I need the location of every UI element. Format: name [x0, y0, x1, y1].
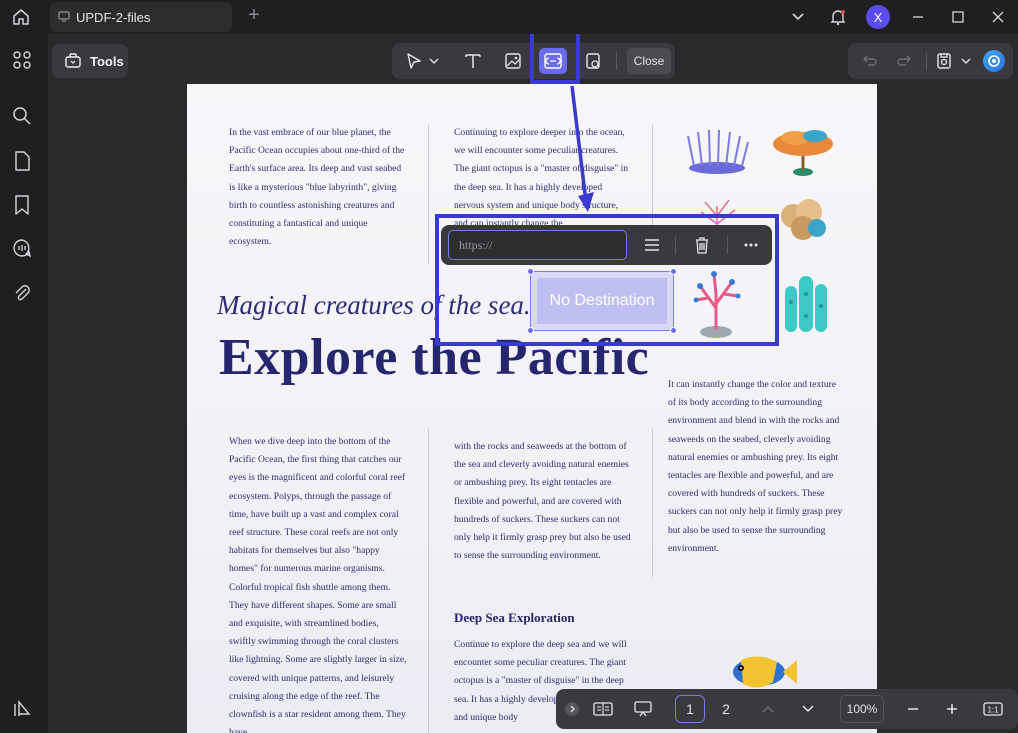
page-thumbnail-icon[interactable]: [10, 149, 34, 173]
document-tab[interactable]: UPDF-2-files: [50, 2, 232, 32]
grid-apps-icon[interactable]: [10, 48, 34, 72]
chevron-down-icon[interactable]: [778, 0, 818, 34]
highlight-box-link-popup: [435, 214, 779, 346]
collapse-bar-icon[interactable]: [564, 695, 580, 723]
document-tab-title: UPDF-2-files: [76, 9, 151, 25]
comment-icon[interactable]: [10, 236, 34, 260]
bell-icon[interactable]: [818, 0, 858, 34]
select-dropdown-chevron-icon[interactable]: [426, 48, 442, 74]
save-icon[interactable]: [930, 48, 958, 74]
next-page-icon[interactable]: [796, 695, 820, 723]
watermark-tool-icon[interactable]: [579, 48, 607, 74]
document-tab-icon: [58, 10, 70, 25]
new-tab-plus-icon[interactable]: +: [244, 5, 264, 26]
coral-illustration-purple: [682, 126, 752, 176]
highlight-box-link-tool: [530, 34, 580, 84]
bottom-navigation-bar: 1 2 100% 1:1: [556, 689, 1018, 729]
attachment-icon[interactable]: [10, 281, 34, 305]
pdf-page: In the vast embrace of our blue planet, …: [187, 84, 877, 733]
tools-button[interactable]: Tools: [52, 44, 128, 78]
close-window-icon[interactable]: [978, 0, 1018, 34]
left-sidebar: [0, 34, 44, 733]
svg-text:1:1: 1:1: [987, 706, 999, 715]
page-display-icon[interactable]: [590, 695, 616, 723]
right-toolbar: [848, 43, 1013, 79]
coral-illustration-orange: [769, 120, 837, 178]
actual-size-icon[interactable]: 1:1: [980, 695, 1006, 723]
ai-assistant-icon[interactable]: [980, 48, 1008, 74]
annotation-arrow: [566, 84, 596, 214]
avatar-letter: X: [866, 5, 890, 29]
undo-icon[interactable]: [856, 48, 884, 74]
image-tool-icon[interactable]: [499, 48, 527, 74]
page-2-button[interactable]: 2: [711, 695, 741, 723]
section-heading[interactable]: Deep Sea Exploration: [454, 610, 575, 626]
page-1-button[interactable]: 1: [675, 695, 705, 723]
bookmark-icon[interactable]: [10, 193, 34, 217]
paragraph-octopus-right[interactable]: It can instantly change the color and te…: [668, 376, 846, 558]
redo-icon[interactable]: [890, 48, 918, 74]
text-tool-icon[interactable]: [459, 48, 487, 74]
presentation-icon[interactable]: [630, 695, 656, 723]
user-avatar[interactable]: X: [858, 0, 898, 34]
paragraph-intro[interactable]: In the vast embrace of our blue planet, …: [229, 124, 407, 251]
fish-illustration: [727, 652, 799, 692]
maximize-icon[interactable]: [938, 0, 978, 34]
zoom-out-icon[interactable]: [901, 695, 925, 723]
title-bar: UPDF-2-files + X: [0, 0, 1018, 34]
document-workspace: Tools Close In the vast embrace of our b…: [48, 34, 1018, 733]
select-cursor-icon[interactable]: [400, 48, 428, 74]
close-edit-button[interactable]: Close: [627, 48, 671, 74]
coral-illustration-tan: [775, 196, 831, 244]
layers-icon[interactable]: [10, 697, 34, 721]
paragraph-octopus-middle[interactable]: with the rocks and seaweeds at the botto…: [454, 438, 634, 565]
save-dropdown-chevron-icon[interactable]: [958, 48, 974, 74]
minimize-icon[interactable]: [898, 0, 938, 34]
toolbox-icon: [64, 51, 82, 72]
tools-label: Tools: [90, 53, 124, 69]
zoom-level[interactable]: 100%: [840, 695, 884, 723]
previous-page-icon[interactable]: [756, 695, 780, 723]
search-icon[interactable]: [10, 104, 34, 128]
zoom-in-icon[interactable]: [940, 695, 964, 723]
paragraph-coral-reef[interactable]: When we dive deep into the bottom of the…: [229, 433, 407, 733]
home-icon[interactable]: [10, 6, 32, 28]
coral-illustration-teal: [779, 272, 833, 336]
